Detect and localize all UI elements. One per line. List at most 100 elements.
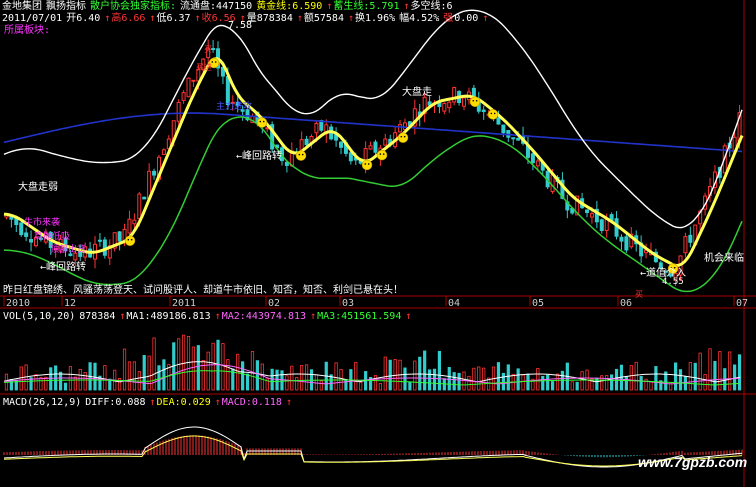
smiley-marker xyxy=(487,109,499,120)
volume-bar xyxy=(354,361,358,391)
annotation-low-price: 4.55 xyxy=(662,277,684,287)
header-seg-6: 蓄生线:5.791 xyxy=(333,1,400,12)
vol-seg-3: MA1:489186.813 xyxy=(126,311,211,322)
date-2010: 2010 xyxy=(6,298,31,309)
volume-bar xyxy=(221,343,225,391)
volume-bar xyxy=(408,381,412,391)
volume-bar xyxy=(359,381,363,391)
volume-bar xyxy=(669,383,673,391)
annotation-blue: 主力进攻 xyxy=(216,102,253,112)
candle-body xyxy=(339,141,344,148)
volume-bar xyxy=(614,368,619,391)
candle-body xyxy=(161,149,166,155)
smiley-eye xyxy=(367,163,370,165)
annotation-peak-1: ←峰回路转 xyxy=(236,151,283,162)
volume-bar xyxy=(191,346,196,391)
volume-bar xyxy=(373,375,378,391)
volume-bar xyxy=(693,362,697,391)
annotation-small-red: 买 xyxy=(204,45,212,54)
volume-bar xyxy=(482,367,486,391)
volume-bar xyxy=(575,381,579,391)
annotation-magenta-1: 牛市来袭 xyxy=(24,218,61,228)
volume-bar xyxy=(526,373,530,391)
date-04: 04 xyxy=(448,298,461,309)
volume-bar xyxy=(73,376,77,391)
smiley-marker xyxy=(256,117,268,128)
volume-bar xyxy=(472,367,476,391)
volume-bar xyxy=(314,374,319,391)
volume-bar xyxy=(550,381,555,391)
volume-bar xyxy=(275,369,279,391)
volume-bar xyxy=(162,359,166,391)
header-seg-2: 散户协会独家指标: xyxy=(90,1,177,12)
candle-body xyxy=(688,234,693,243)
candle-body xyxy=(127,218,132,234)
volume-bar xyxy=(610,374,614,391)
header-seg2-3: 高6.66 xyxy=(111,13,146,24)
volume-bar xyxy=(673,362,678,391)
volume-bar xyxy=(413,360,417,391)
volume-bar xyxy=(93,362,97,391)
header-seg-1: 飘扬指标 xyxy=(46,1,86,12)
volume-bar xyxy=(147,355,151,391)
candle-body xyxy=(348,152,353,162)
volume-bar xyxy=(393,359,397,391)
header-seg2-2: ↑ xyxy=(104,13,111,24)
candle-body xyxy=(97,239,102,242)
volume-bar xyxy=(688,362,692,391)
smiley-eye xyxy=(382,153,385,155)
candle-body xyxy=(176,101,181,122)
candle-body xyxy=(152,170,157,176)
volume-bar xyxy=(546,374,550,391)
volume-bar xyxy=(122,348,127,391)
volume-bar xyxy=(127,361,132,391)
volume-bar xyxy=(555,373,560,391)
candle-body xyxy=(535,160,540,167)
volume-bar xyxy=(452,372,456,391)
volume-bar xyxy=(241,361,245,391)
header-seg2-6: ↑ xyxy=(194,13,201,24)
candle-body xyxy=(683,236,688,254)
volume-bar xyxy=(447,367,451,391)
annotation-buy-word: 买 xyxy=(635,290,643,299)
volume-bar xyxy=(295,377,299,391)
volume-bar xyxy=(541,375,545,391)
vol-seg-5: MA2:443974.813 xyxy=(221,311,307,322)
header-seg2-13: 换1.96% xyxy=(355,13,396,24)
header-seg-7: ↑ xyxy=(403,1,410,12)
volume-bar xyxy=(467,375,471,391)
smiley-eye xyxy=(403,135,406,138)
volume-bar xyxy=(654,366,658,391)
annotation-dapan-strong: 大盘走 xyxy=(402,87,432,98)
annotation-dapan-weak: 大盘走弱 xyxy=(18,182,58,193)
smiley-eye xyxy=(400,135,403,138)
candle-body xyxy=(511,137,516,140)
volume-bar xyxy=(427,369,432,391)
annotation-high-price: 7.58 xyxy=(228,20,253,31)
date-03: 03 xyxy=(342,298,355,309)
volume-bar xyxy=(649,381,653,391)
candle-body xyxy=(191,79,196,82)
volume-bar xyxy=(737,354,742,391)
volume-bar xyxy=(49,367,53,391)
header-seg2-11: 额57584 xyxy=(303,13,344,24)
volume-bar xyxy=(496,362,501,391)
date-05: 05 xyxy=(532,298,545,309)
candle-body xyxy=(481,109,486,113)
smiley-eye xyxy=(493,112,496,115)
header-seg-5: ↑ xyxy=(326,1,333,12)
candle-body xyxy=(181,92,186,101)
candle-body xyxy=(373,141,378,153)
volume-bar xyxy=(713,360,717,391)
poem-text: 昨日红盘锦绣、风骚荡荡登天、试问股评人、却道牛市依旧、知否，知否、利剑已悬在头！ xyxy=(3,285,403,296)
volume-bar xyxy=(103,365,107,391)
candle-body xyxy=(383,138,388,146)
stock-chart[interactable] xyxy=(0,0,756,487)
candle-body xyxy=(589,213,594,218)
volume-bar xyxy=(285,375,289,391)
candle-body xyxy=(142,196,147,200)
volume-bar xyxy=(132,361,136,391)
date-02: 02 xyxy=(268,298,281,309)
candle-body xyxy=(304,138,309,146)
volume-bar xyxy=(639,375,643,391)
